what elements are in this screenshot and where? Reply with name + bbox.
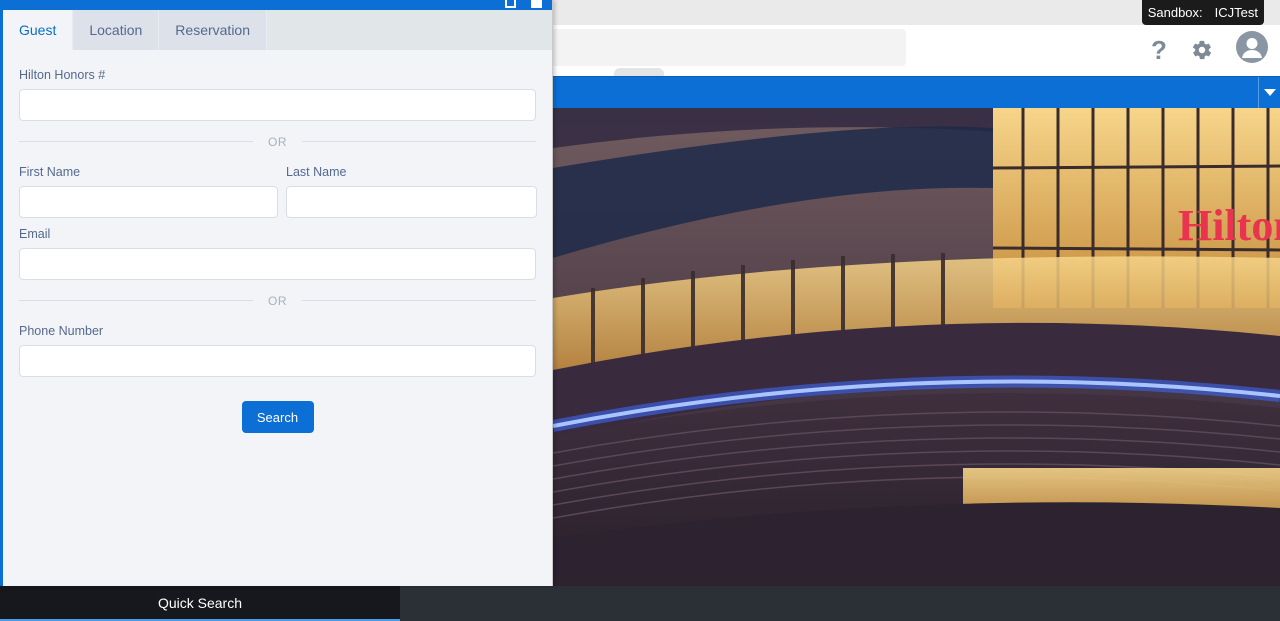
question-mark-icon[interactable]: ? [1143, 34, 1175, 66]
gear-icon[interactable] [1186, 34, 1218, 66]
minimize-icon[interactable] [505, 0, 516, 8]
popout-icon[interactable] [531, 0, 542, 8]
hotel-hero-image: Hilton [553, 108, 1280, 586]
or-label: OR [268, 294, 287, 308]
sandbox-label: Sandbox: [1147, 5, 1203, 20]
search-scope-handle[interactable] [614, 68, 664, 76]
quick-search-panel: Guest Location Reservation Hilton Honors… [0, 0, 553, 586]
honors-number-input[interactable] [19, 89, 536, 121]
name-row: First Name Last Name [19, 164, 537, 218]
phone-number-input[interactable] [19, 345, 536, 377]
or-label: OR [268, 135, 287, 149]
search-button[interactable]: Search [241, 401, 314, 433]
user-avatar-icon[interactable] [1236, 31, 1268, 63]
chevron-down-icon[interactable] [1258, 77, 1280, 108]
panel-header [3, 0, 552, 10]
first-name-input[interactable] [19, 186, 278, 218]
quick-search-tab[interactable]: Quick Search [0, 586, 400, 621]
last-name-label: Last Name [286, 165, 347, 179]
guest-search-form: Hilton Honors # OR First Name Last Name … [3, 50, 552, 433]
sandbox-name: ICJTest [1214, 5, 1258, 20]
honors-number-label: Hilton Honors # [19, 68, 106, 82]
tab-guest[interactable]: Guest [3, 10, 74, 50]
last-name-input[interactable] [286, 186, 537, 218]
phone-number-label: Phone Number [19, 324, 104, 338]
tab-reservation[interactable]: Reservation [159, 10, 267, 50]
global-search-box[interactable] [553, 29, 906, 66]
utility-bar: Quick Search [0, 586, 1280, 621]
panel-tabs: Guest Location Reservation [3, 10, 552, 50]
first-name-label: First Name [19, 165, 81, 179]
or-separator: OR [19, 132, 536, 152]
email-label: Email [19, 227, 51, 241]
or-separator: OR [19, 291, 536, 311]
tab-location[interactable]: Location [73, 10, 160, 50]
hotel-sign-text: Hilton [1178, 201, 1280, 250]
email-input[interactable] [19, 248, 536, 280]
sandbox-badge: Sandbox: ICJTest [1141, 0, 1264, 25]
